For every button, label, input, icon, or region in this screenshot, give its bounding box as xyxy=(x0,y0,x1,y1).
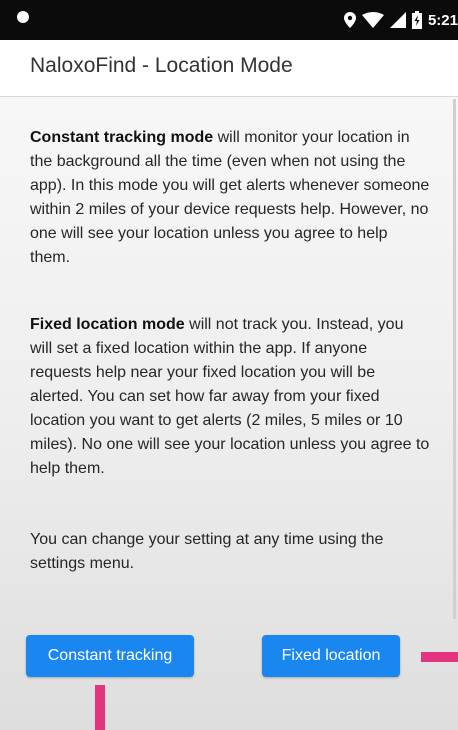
constant-tracking-button[interactable]: Constant tracking xyxy=(26,635,194,677)
main-content: Constant tracking mode will monitor your… xyxy=(0,97,458,730)
constant-tracking-description: Constant tracking mode will monitor your… xyxy=(30,126,430,270)
location-pin-icon xyxy=(343,12,356,28)
scrollbar[interactable] xyxy=(453,99,456,619)
status-icons: 5:21 xyxy=(343,0,458,40)
fixed-location-description: Fixed location mode will not track you. … xyxy=(30,313,430,481)
fixed-location-text: will not track you. Instead, you will se… xyxy=(30,316,430,477)
battery-charging-icon xyxy=(411,11,422,29)
app-bar: NaloxoFind - Location Mode xyxy=(0,40,458,97)
fixed-location-heading: Fixed location mode xyxy=(30,316,185,333)
constant-tracking-text: will monitor your location in the backgr… xyxy=(30,129,430,266)
wifi-icon xyxy=(361,12,384,28)
annotation-marker-vertical xyxy=(95,685,105,730)
signal-icon xyxy=(389,12,406,28)
settings-note-text: You can change your setting at any time … xyxy=(30,531,384,572)
status-bar: 5:21 xyxy=(0,0,458,40)
fixed-location-button[interactable]: Fixed location xyxy=(262,635,400,677)
annotation-marker-horizontal xyxy=(421,652,458,662)
settings-note: You can change your setting at any time … xyxy=(30,528,430,576)
constant-tracking-heading: Constant tracking mode xyxy=(30,129,214,146)
page-title: NaloxoFind - Location Mode xyxy=(30,54,293,77)
notification-dot-icon xyxy=(17,11,29,23)
clock-time: 5:21 xyxy=(427,11,458,29)
